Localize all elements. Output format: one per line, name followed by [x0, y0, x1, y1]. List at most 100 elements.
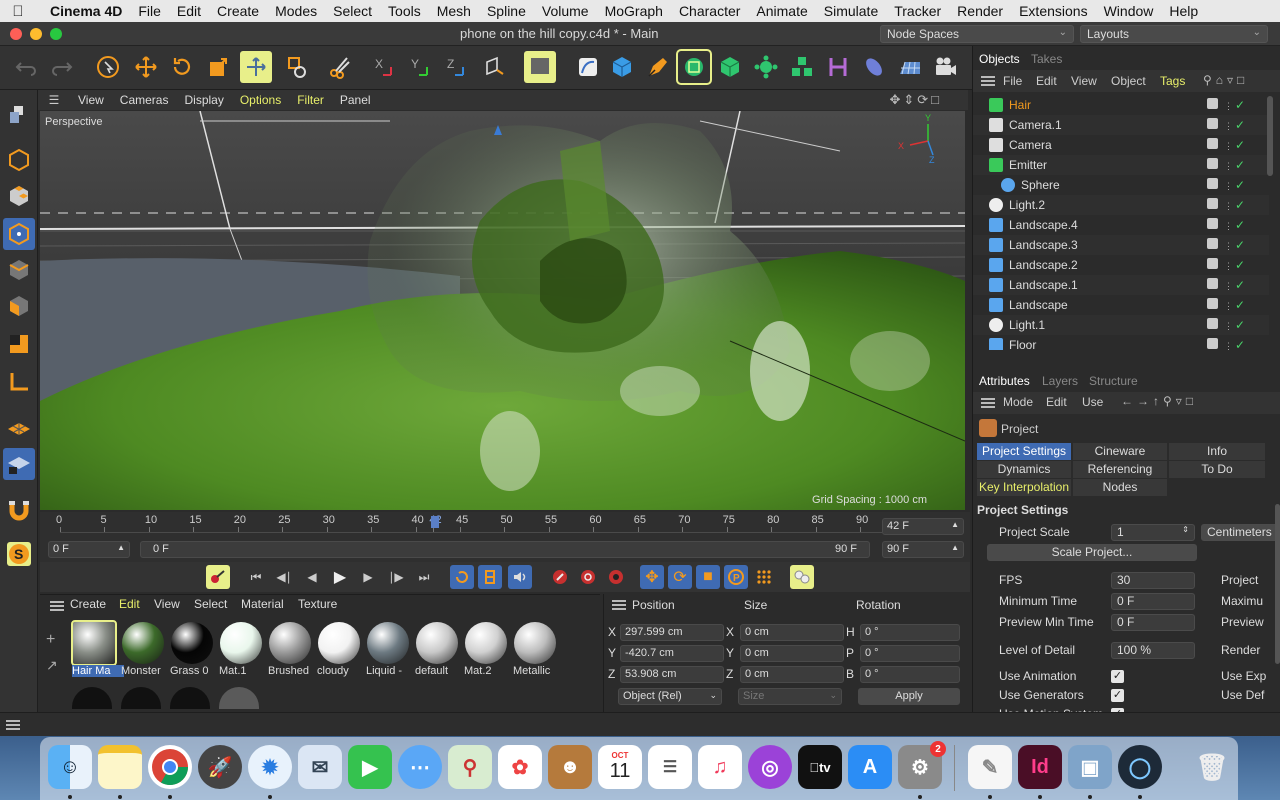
material-item[interactable]: Metallic [513, 621, 557, 683]
menu-render[interactable]: Render [949, 3, 1011, 19]
viewport-menu-panel[interactable]: Panel [332, 93, 379, 107]
preview-icon[interactable]: ▣ [1068, 745, 1112, 789]
attributes-menu-edit[interactable]: Edit [1046, 395, 1067, 409]
mail-icon[interactable]: ✉ [298, 745, 342, 789]
object-row[interactable]: Landscape.2 ⋮ ✓ [973, 255, 1269, 275]
material-item[interactable]: Mat.2 [464, 621, 508, 683]
cinema-4d-icon[interactable]: ◯ [1118, 745, 1162, 789]
trash-icon[interactable]: 🗑 [1190, 745, 1234, 789]
subtab-info[interactable]: Info [1169, 443, 1265, 460]
attributes-menu-mode[interactable]: Mode [1003, 395, 1033, 409]
object-row[interactable]: Camera ⋮ ✓ [973, 135, 1269, 155]
array-button[interactable] [786, 51, 818, 83]
edges-mode-button[interactable] [3, 254, 35, 286]
timeline-ruler[interactable]: 05101520253035404245505560657075808590 [56, 512, 882, 532]
object-visibility-flags[interactable]: ⋮ ✓ [1207, 318, 1245, 332]
workplane-button[interactable] [3, 412, 35, 444]
objects-scrollbar[interactable] [1267, 96, 1273, 176]
menu-edit[interactable]: Edit [169, 3, 209, 19]
rotate-tool-button[interactable] [166, 51, 198, 83]
material-thumb-extra[interactable] [72, 687, 112, 709]
object-row[interactable]: Hair ⋮ ✓ [973, 95, 1269, 115]
scale-tool-button[interactable] [202, 51, 234, 83]
object-row[interactable]: Emitter ⋮ ✓ [973, 155, 1269, 175]
rotation-field[interactable]: 0 ° [860, 645, 960, 662]
render-view-button[interactable] [524, 51, 556, 83]
objects-menu-object[interactable]: Object [1111, 74, 1146, 88]
material-item[interactable]: Brushed [268, 621, 312, 683]
calendar-icon[interactable]: OCT 11 [598, 745, 642, 789]
checkbox[interactable]: ✓ [1111, 670, 1124, 683]
music-icon[interactable]: ♫ [698, 745, 742, 789]
menu-help[interactable]: Help [1161, 3, 1206, 19]
coordinate-system-button[interactable] [478, 51, 510, 83]
object-visibility-flags[interactable]: ⋮ ✓ [1207, 158, 1245, 172]
move-tool-button[interactable] [130, 51, 162, 83]
object-visibility-flags[interactable]: ⋮ ✓ [1207, 238, 1245, 252]
z-axis-lock-button[interactable]: Z [440, 51, 472, 83]
menu-tracker[interactable]: Tracker [886, 3, 949, 19]
uv-mode-button[interactable] [3, 328, 35, 360]
project-scale-unit-select[interactable]: Centimeters [1201, 524, 1280, 541]
menu-spline[interactable]: Spline [479, 3, 534, 19]
status-menu-hamburger-icon[interactable] [6, 720, 20, 730]
timeline-playhead[interactable] [431, 516, 439, 528]
record-active-button[interactable] [548, 565, 572, 589]
size-mode-select[interactable]: Size ⌄ [738, 688, 842, 705]
coordinate-mode-select[interactable]: Object (Rel) ⌄ [618, 688, 722, 705]
menu-mesh[interactable]: Mesh [429, 3, 479, 19]
current-frame-field[interactable]: 42 F ▲ [882, 518, 964, 535]
viewport-menu-display[interactable]: Display [176, 93, 231, 107]
facetime-icon[interactable]: ▶ [348, 745, 392, 789]
menu-tools[interactable]: Tools [380, 3, 429, 19]
coordinates-menu-hamburger-icon[interactable] [612, 600, 626, 610]
material-item[interactable]: Monster [121, 621, 165, 683]
subtab-nodes[interactable]: Nodes [1073, 479, 1167, 496]
previous-key-button[interactable]: ◀∣ [272, 565, 296, 589]
attribute-field[interactable]: 100 % [1111, 642, 1195, 659]
textedit-icon[interactable]: ✎ [968, 745, 1012, 789]
tab-layers[interactable]: Layers [1042, 374, 1078, 388]
chrome-icon[interactable] [148, 745, 192, 789]
objects-menu-hamburger-icon[interactable] [981, 76, 995, 86]
preview-range-slider[interactable]: 0 F 90 F [140, 541, 870, 558]
film-strip-button[interactable] [478, 565, 502, 589]
tab-objects[interactable]: Objects [979, 52, 1020, 66]
material-item[interactable]: cloudy [317, 621, 361, 683]
lock-workplane-button[interactable] [3, 448, 35, 480]
minimize-window-button[interactable] [30, 28, 42, 40]
attribute-field[interactable]: 30 [1111, 572, 1195, 589]
objects-menu-file[interactable]: File [1003, 74, 1022, 88]
size-field[interactable]: 0 cm [740, 666, 844, 683]
objects-menu-edit[interactable]: Edit [1036, 74, 1057, 88]
menu-animate[interactable]: Animate [748, 3, 815, 19]
material-item[interactable]: Grass 0 [170, 621, 214, 683]
transform-tool-button[interactable] [240, 51, 272, 83]
menu-create[interactable]: Create [209, 3, 267, 19]
position-field[interactable]: 297.599 cm [620, 624, 724, 641]
object-visibility-flags[interactable]: ⋮ ✓ [1207, 218, 1245, 232]
viewport-menu-options[interactable]: Options [232, 93, 289, 107]
messages-icon[interactable]: ⋯ [398, 745, 442, 789]
rotation-field[interactable]: 0 ° [860, 666, 960, 683]
material-menu-edit[interactable]: Edit [119, 597, 140, 611]
contacts-icon[interactable]: ☻ [548, 745, 592, 789]
object-row[interactable]: Floor ⋮ ✓ [973, 335, 1269, 350]
x-axis-lock-button[interactable]: X [368, 51, 400, 83]
extrude-button[interactable] [714, 51, 746, 83]
go-to-start-button[interactable]: ⏮ [244, 565, 268, 589]
subtab-project-settings[interactable]: Project Settings [977, 443, 1071, 460]
axis-mode-button[interactable] [3, 366, 35, 398]
node-spaces-select[interactable]: Node Spaces ⌄ [880, 25, 1074, 43]
loop-button[interactable] [450, 565, 474, 589]
cube-button[interactable] [606, 51, 638, 83]
subtab-to-do[interactable]: To Do [1169, 461, 1265, 478]
rotation-field[interactable]: 0 ° [860, 624, 960, 641]
tab-attributes[interactable]: Attributes [979, 374, 1030, 388]
make-editable-button[interactable] [3, 98, 35, 130]
launchpad-icon[interactable]: 🚀 [198, 745, 242, 789]
attribute-field[interactable]: 0 F [1111, 593, 1195, 610]
key-position-button[interactable]: ✥ [640, 565, 664, 589]
play-button[interactable]: ▶ [328, 565, 352, 589]
project-scale-field[interactable]: 1 ⇕ [1111, 524, 1195, 541]
